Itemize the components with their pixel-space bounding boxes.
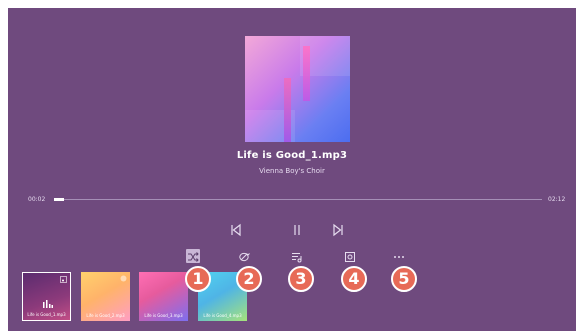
track-title: Life is Good_1.mp3 [236, 150, 348, 161]
playlist-button[interactable] [290, 249, 304, 263]
skip-next-icon [333, 223, 343, 237]
time-total: 02:12 [548, 196, 566, 203]
playlist-item-label: Life is Good_1.mp3 [27, 312, 66, 317]
playlist-item[interactable]: Life is Good_3.mp3 [139, 272, 188, 321]
music-player: Life is Good_1.mp3 Vienna Boy's Choir 00… [8, 8, 576, 331]
pause-icon [294, 225, 300, 235]
repeat-button[interactable] [237, 249, 251, 263]
next-button[interactable] [331, 223, 345, 237]
progress-fill [54, 198, 64, 201]
now-playing-icon [43, 300, 53, 308]
playlist-item-label: Life is Good_2.mp3 [86, 313, 125, 318]
music-note-icon [120, 275, 127, 282]
previous-button[interactable] [229, 223, 243, 237]
skip-previous-icon [231, 223, 241, 237]
shuffle-icon [188, 252, 199, 262]
repeat-icon [239, 252, 250, 262]
callout-marker: 2 [236, 266, 262, 292]
playlist-item[interactable]: Life is Good_2.mp3 [81, 272, 130, 321]
playlist-item-label: Life is Good_4.mp3 [203, 313, 242, 318]
pause-button[interactable] [290, 223, 304, 237]
playlist-item[interactable]: Life is Good_1.mp3 [22, 272, 71, 321]
callout-marker: 1 [185, 266, 211, 292]
callout-marker: 5 [391, 266, 417, 292]
time-elapsed: 00:02 [28, 196, 46, 203]
playlist-item-label: Life is Good_3.mp3 [144, 313, 183, 318]
music-note-icon [60, 276, 67, 283]
more-icon [394, 256, 404, 258]
screen: Life is Good_1.mp3 Vienna Boy's Choir 00… [0, 0, 584, 331]
album-cover [245, 36, 350, 142]
callout-marker: 4 [341, 266, 367, 292]
screen-button[interactable] [343, 249, 357, 263]
callout-marker: 3 [288, 266, 314, 292]
progress-bar[interactable] [54, 198, 542, 201]
more-options-button[interactable] [392, 249, 406, 263]
shuffle-button[interactable] [186, 249, 200, 263]
track-artist: Vienna Boy's Choir [259, 167, 325, 175]
screen-icon [345, 252, 355, 262]
playlist-icon [292, 253, 302, 263]
